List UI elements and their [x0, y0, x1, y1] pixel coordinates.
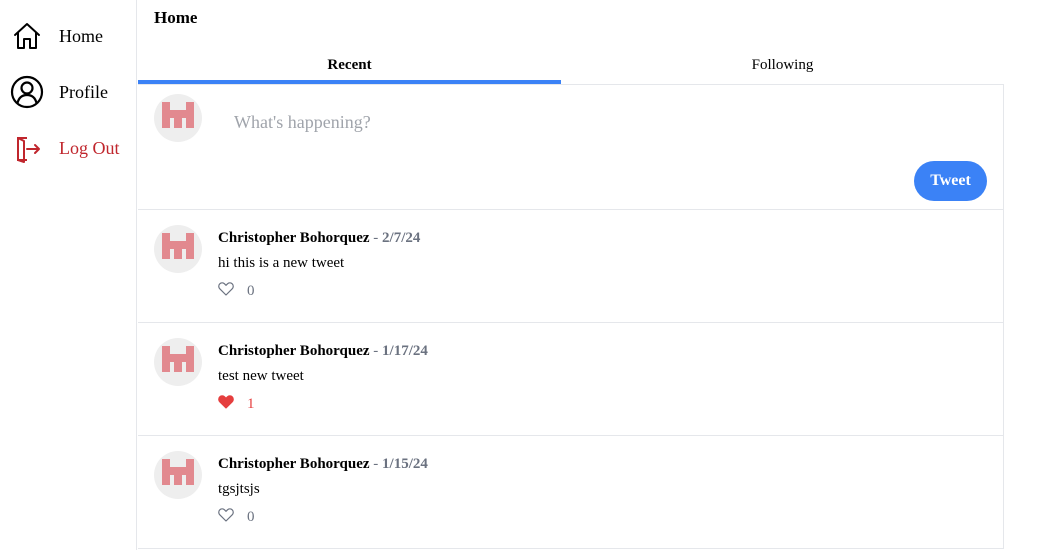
- tweet-text: hi this is a new tweet: [218, 255, 345, 271]
- tweet-input[interactable]: [222, 107, 922, 137]
- sidebar: Home Profile Log Out: [0, 0, 137, 550]
- tweet-header: Christopher Bohorquez - 2/7/24: [218, 230, 420, 247]
- heart-outline-icon: [218, 508, 234, 527]
- like-button[interactable]: 1: [218, 395, 255, 414]
- tweet-author[interactable]: Christopher Bohorquez: [218, 230, 370, 246]
- like-count: 0: [247, 509, 255, 525]
- tweet-item: Christopher Bohorquez - 1/15/24 tgsjtsjs…: [138, 436, 1004, 549]
- like-count: 0: [247, 283, 255, 299]
- tweet-separator: -: [369, 230, 383, 246]
- heart-outline-icon: [218, 282, 234, 301]
- home-icon: [10, 19, 44, 53]
- user-circle-icon: [10, 75, 44, 109]
- tweet-separator: -: [369, 343, 383, 359]
- tweet-composer: Tweet: [138, 84, 1004, 210]
- feed-tabs: Recent Following: [138, 46, 1004, 84]
- main-feed: Home Recent Following Tweet: [138, 0, 1004, 550]
- tab-following[interactable]: Following: [561, 46, 1004, 84]
- tweet-date: 2/7/24: [382, 230, 421, 246]
- like-button[interactable]: 0: [218, 282, 255, 301]
- logout-icon: [10, 131, 44, 165]
- avatar: [154, 338, 202, 386]
- avatar: [154, 225, 202, 273]
- tweet-separator: -: [369, 456, 383, 472]
- tweet-date: 1/15/24: [382, 456, 428, 472]
- sidebar-item-logout[interactable]: Log Out: [10, 130, 120, 166]
- tweet-header: Christopher Bohorquez - 1/15/24: [218, 456, 428, 473]
- avatar: [154, 94, 202, 142]
- tab-recent[interactable]: Recent: [138, 46, 561, 84]
- heart-filled-icon: [218, 395, 234, 414]
- tweet-author[interactable]: Christopher Bohorquez: [218, 343, 370, 359]
- sidebar-item-label: Log Out: [59, 137, 120, 158]
- tweet-text: test new tweet: [218, 368, 304, 384]
- sidebar-item-label: Home: [59, 25, 103, 46]
- sidebar-item-label: Profile: [59, 81, 108, 102]
- tweet-item: Christopher Bohorquez - 1/17/24 test new…: [138, 323, 1004, 436]
- tweet-header: Christopher Bohorquez - 1/17/24: [218, 343, 428, 360]
- sidebar-item-profile[interactable]: Profile: [10, 74, 108, 110]
- app-root: Home Profile Log Out Home Recent Followi…: [0, 0, 1039, 550]
- tweet-author[interactable]: Christopher Bohorquez: [218, 456, 370, 472]
- like-count: 1: [247, 396, 255, 412]
- avatar: [154, 451, 202, 499]
- tweet-date: 1/17/24: [382, 343, 428, 359]
- sidebar-item-home[interactable]: Home: [10, 18, 103, 54]
- tweet-item: Christopher Bohorquez - 2/7/24 hi this i…: [138, 210, 1004, 323]
- tweet-text: tgsjtsjs: [218, 481, 260, 497]
- like-button[interactable]: 0: [218, 508, 255, 527]
- tweet-button[interactable]: Tweet: [914, 161, 987, 201]
- page-title: Home: [154, 8, 198, 27]
